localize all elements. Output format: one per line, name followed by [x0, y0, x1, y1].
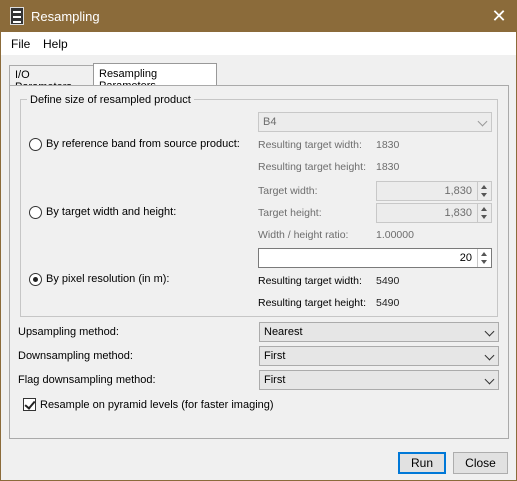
tab-io-parameters[interactable]: I/O Parameters [9, 65, 94, 93]
close-window-icon[interactable]: ✕ [482, 1, 516, 32]
spinner-down-icon[interactable] [481, 193, 487, 197]
target-height-spinner[interactable]: 1,830 [376, 203, 492, 223]
ratio-value: 1.00000 [376, 229, 414, 241]
tab-resampling-parameters[interactable]: Resampling Parameters [93, 63, 217, 92]
flag-downsampling-method-label: Flag downsampling method: [18, 374, 156, 386]
res-height-label: Resulting target height: [258, 297, 366, 309]
snap-app-icon [10, 7, 24, 25]
spinner-buttons [477, 182, 491, 200]
radio-by-target-size[interactable] [29, 206, 42, 219]
upsampling-method-label: Upsampling method: [18, 326, 119, 338]
run-button[interactable]: Run [398, 452, 446, 474]
window-title: Resampling [31, 9, 100, 24]
radio-by-reference-band[interactable] [29, 138, 42, 151]
downsampling-method-value: First [264, 350, 286, 362]
upsampling-method-dropdown[interactable]: Nearest [259, 322, 499, 342]
ratio-label: Width / height ratio: [258, 229, 349, 241]
chevron-down-icon [484, 350, 495, 361]
define-size-group: Define size of resampled product By refe… [20, 94, 498, 317]
flag-downsampling-method-dropdown[interactable]: First [259, 370, 499, 390]
resampling-dialog: Resampling ✕ File Help I/O Parameters Re… [0, 0, 517, 481]
pyramid-levels-checkbox[interactable] [23, 398, 36, 411]
target-width-spinner[interactable]: 1,830 [376, 181, 492, 201]
target-height-value: 1,830 [444, 207, 472, 219]
spinner-up-icon[interactable] [481, 252, 487, 256]
spinner-down-icon[interactable] [481, 215, 487, 219]
pyramid-levels-label: Resample on pyramid levels (for faster i… [40, 399, 274, 411]
tab-strip: I/O Parameters Resampling Parameters [1, 55, 516, 93]
spinner-buttons [477, 249, 491, 267]
reference-band-value: B4 [263, 116, 277, 128]
menu-bar: File Help [1, 32, 516, 55]
upsampling-method-value: Nearest [264, 326, 303, 338]
group-title: Define size of resampled product [27, 94, 194, 106]
flag-downsampling-method-value: First [264, 374, 286, 386]
res-height-value: 5490 [376, 297, 400, 309]
res-width-value: 5490 [376, 275, 400, 287]
radio-by-pixel-resolution[interactable] [29, 273, 42, 286]
by-pixel-resolution-label: By pixel resolution (in m): [46, 273, 170, 285]
close-button[interactable]: Close [453, 452, 508, 474]
title-bar[interactable]: Resampling ✕ [1, 1, 516, 32]
spinner-down-icon[interactable] [481, 260, 487, 264]
chevron-down-icon [484, 326, 495, 337]
target-height-label: Target height: [258, 207, 322, 219]
pixel-resolution-spinner[interactable]: 20 [258, 248, 492, 268]
ref-height-label: Resulting target height: [258, 161, 366, 173]
spinner-buttons [477, 204, 491, 222]
downsampling-method-label: Downsampling method: [18, 350, 133, 362]
ref-width-label: Resulting target width: [258, 139, 362, 151]
chevron-down-icon [484, 374, 495, 385]
spinner-up-icon[interactable] [481, 207, 487, 211]
res-width-label: Resulting target width: [258, 275, 362, 287]
ref-height-value: 1830 [376, 161, 400, 173]
by-reference-band-label: By reference band from source product: [46, 138, 240, 150]
menu-file[interactable]: File [11, 37, 30, 51]
menu-help[interactable]: Help [43, 37, 68, 51]
reference-band-dropdown[interactable]: B4 [258, 112, 492, 132]
pixel-resolution-value: 20 [459, 252, 472, 264]
chevron-down-icon [477, 116, 488, 127]
target-width-value: 1,830 [444, 185, 472, 197]
spinner-up-icon[interactable] [481, 185, 487, 189]
downsampling-method-dropdown[interactable]: First [259, 346, 499, 366]
resampling-parameters-panel: Define size of resampled product By refe… [9, 85, 509, 439]
ref-width-value: 1830 [376, 139, 400, 151]
target-width-label: Target width: [258, 185, 318, 197]
by-target-size-label: By target width and height: [46, 206, 177, 218]
